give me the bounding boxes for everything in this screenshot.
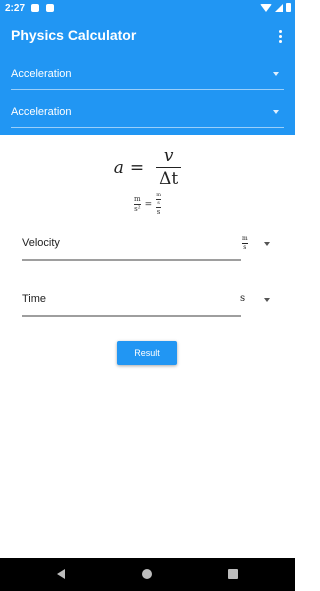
signal-icon xyxy=(275,3,283,12)
time-unit-select[interactable]: s xyxy=(240,291,272,313)
unit-rhs-den: s xyxy=(156,208,161,216)
time-unit: s xyxy=(240,293,246,304)
category-selector-value: Acceleration xyxy=(11,68,72,80)
formula-fraction: v Δt xyxy=(156,146,182,189)
unit-rhs-num-den: s xyxy=(157,200,160,206)
formula-display: a = v Δt xyxy=(0,146,295,189)
velocity-field-underline xyxy=(22,259,241,261)
selector-panel: Acceleration Acceleration xyxy=(0,55,295,135)
formula-selector[interactable]: Acceleration xyxy=(11,100,284,128)
velocity-field[interactable]: Velocity m s xyxy=(22,235,272,261)
navigation-bar xyxy=(0,558,295,591)
back-icon[interactable] xyxy=(57,569,65,579)
app-notification-icon xyxy=(46,4,54,12)
unit-lhs-num: m xyxy=(134,195,141,203)
dropdown-arrow-icon xyxy=(273,110,279,114)
recents-icon[interactable] xyxy=(228,569,238,579)
unit-rhs-fraction: m s s xyxy=(156,193,161,216)
status-time: 2:27 xyxy=(5,3,26,14)
velocity-unit-select[interactable]: m s xyxy=(240,235,272,257)
unit-rhs-num: m xyxy=(156,192,161,198)
dropdown-arrow-icon xyxy=(264,242,270,246)
overflow-menu-icon[interactable] xyxy=(279,30,283,43)
formula-selector-value: Acceleration xyxy=(11,106,72,118)
time-field-underline xyxy=(22,315,241,317)
app-notification-icon xyxy=(31,4,39,12)
formula-equals: = xyxy=(129,157,145,178)
status-icons xyxy=(260,3,291,12)
velocity-unit: m s xyxy=(242,236,248,251)
unit-lhs-den: s² xyxy=(134,205,141,213)
fraction-bar xyxy=(156,167,182,168)
formula-denominator: Δt xyxy=(159,169,179,189)
velocity-unit-den: s xyxy=(243,244,247,251)
time-field-label: Time xyxy=(22,293,47,305)
velocity-field-label: Velocity xyxy=(22,237,60,249)
app-title: Physics Calculator xyxy=(11,27,137,43)
velocity-unit-num: m xyxy=(242,235,248,242)
wifi-icon xyxy=(260,3,272,12)
dropdown-arrow-icon xyxy=(264,298,270,302)
status-bar: 2:27 xyxy=(0,0,295,17)
category-selector[interactable]: Acceleration xyxy=(11,62,284,90)
dropdown-arrow-icon xyxy=(273,72,279,76)
unit-lhs-fraction: m s² xyxy=(134,196,141,213)
result-button[interactable]: Result xyxy=(117,341,177,365)
battery-icon xyxy=(286,3,291,12)
unit-rhs-inner-fraction: m s xyxy=(156,193,161,206)
formula-lhs: a xyxy=(113,157,124,178)
formula-numerator: v xyxy=(163,146,174,166)
app-bar: Physics Calculator xyxy=(0,17,295,55)
time-field[interactable]: Time s xyxy=(22,291,272,317)
unit-formula-display: m s² = m s s xyxy=(0,193,295,216)
home-icon[interactable] xyxy=(142,569,152,579)
unit-equals: = xyxy=(144,199,153,210)
